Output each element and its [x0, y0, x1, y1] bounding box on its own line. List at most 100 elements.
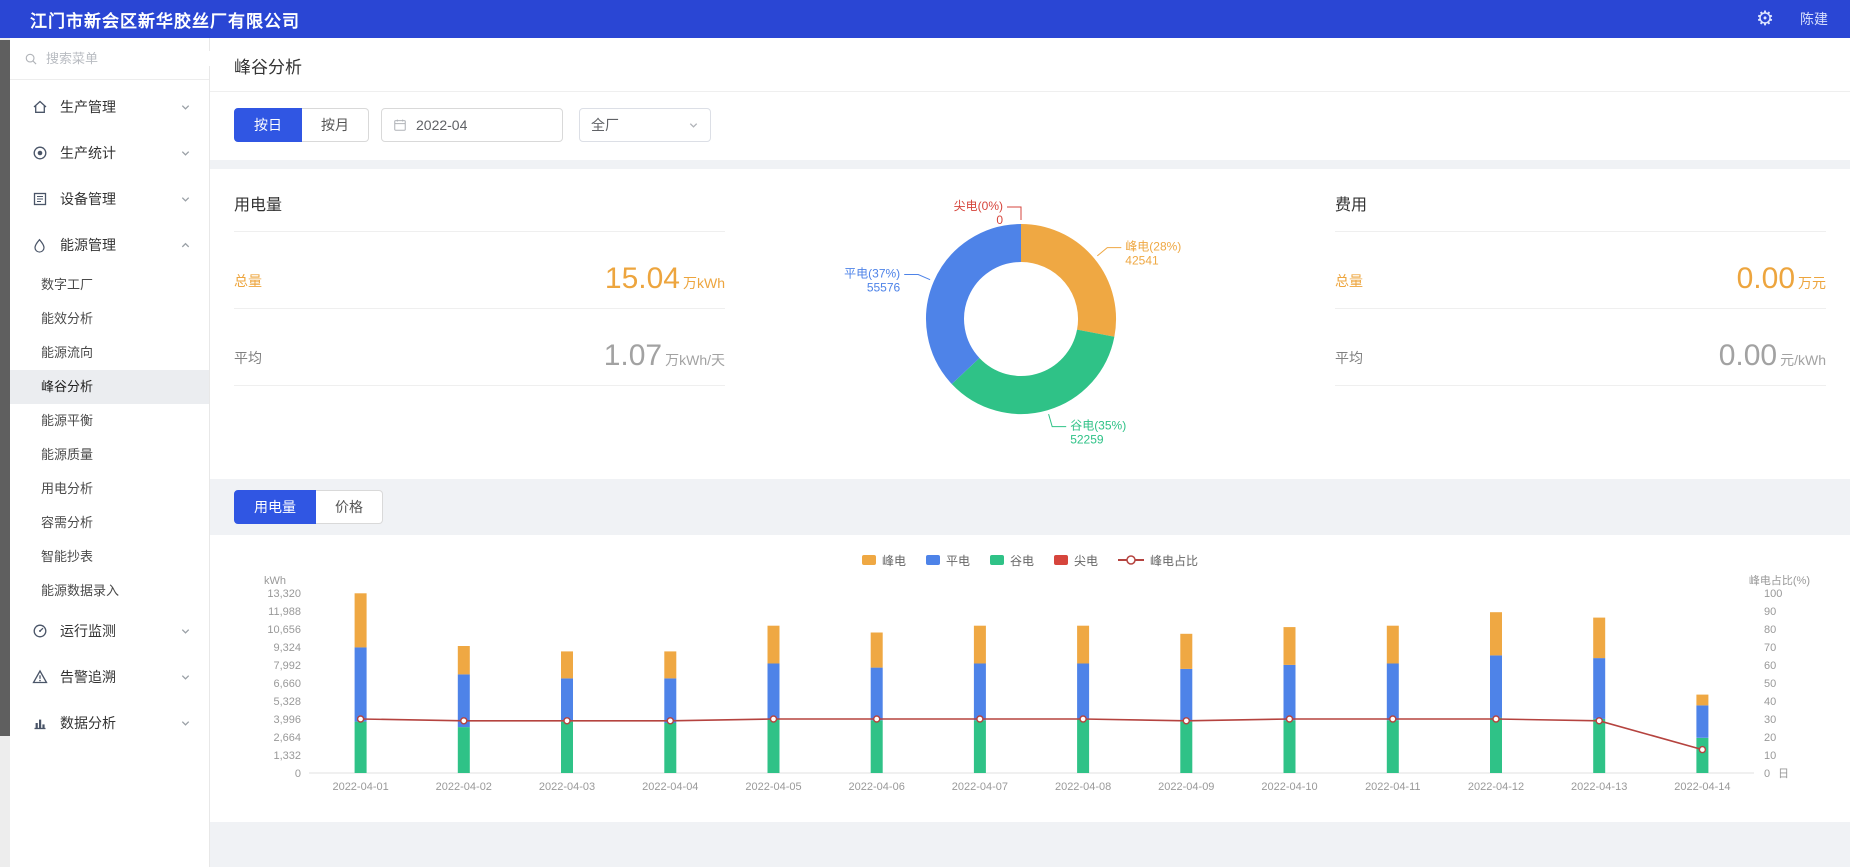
bar-segment[interactable]: [664, 678, 676, 723]
donut-segment-2[interactable]: [966, 333, 1096, 395]
ratio-point[interactable]: [1080, 716, 1086, 722]
list-icon: [32, 191, 49, 207]
stacked-bars[interactable]: [355, 593, 1709, 773]
tab-usage[interactable]: 用电量: [234, 490, 316, 524]
sidebar-subitem-energy-3[interactable]: 峰谷分析: [10, 370, 209, 404]
bar-segment[interactable]: [1387, 626, 1399, 664]
bar-segment[interactable]: [871, 720, 883, 773]
legend-marker: [862, 555, 876, 565]
sidebar-subitem-energy-8[interactable]: 智能抄表: [10, 540, 209, 574]
bar-segment[interactable]: [768, 664, 780, 719]
bar-segment[interactable]: [974, 626, 986, 664]
bar-segment[interactable]: [1180, 722, 1192, 773]
sidebar-subitem-energy-6[interactable]: 用电分析: [10, 472, 209, 506]
menu-search-input[interactable]: [46, 51, 222, 66]
bar-segment[interactable]: [871, 633, 883, 668]
sidebar-item-alarm[interactable]: 告警追溯: [10, 654, 209, 700]
bar-segment[interactable]: [1077, 664, 1089, 719]
sidebar-item-production[interactable]: 生产管理: [10, 84, 209, 130]
bar-segment[interactable]: [355, 647, 367, 721]
ratio-point[interactable]: [977, 716, 983, 722]
bar-segment[interactable]: [871, 668, 883, 721]
summary-panel: 用电量 总量 15.04万kWh 平均 1.07万kWh/天 尖电(: [210, 169, 1850, 479]
by-month-button[interactable]: 按月: [302, 108, 369, 142]
user-name[interactable]: 陈建: [1800, 9, 1828, 29]
bar-segment[interactable]: [1077, 626, 1089, 664]
peak-ratio-line[interactable]: [358, 716, 1706, 753]
bar-segment[interactable]: [1180, 669, 1192, 722]
page-scrollbar-track[interactable]: [0, 38, 10, 867]
sidebar-subitem-energy-1[interactable]: 能效分析: [10, 302, 209, 336]
bar-segment[interactable]: [1593, 618, 1605, 659]
legend-item-4[interactable]: 峰电占比: [1118, 552, 1198, 569]
ratio-point[interactable]: [771, 716, 777, 722]
ratio-point[interactable]: [358, 716, 364, 722]
legend-item-3[interactable]: 尖电: [1054, 552, 1098, 569]
ratio-point[interactable]: [1183, 718, 1189, 724]
ratio-point[interactable]: [564, 718, 570, 724]
bar-segment[interactable]: [1593, 719, 1605, 773]
sidebar-subitem-energy-2[interactable]: 能源流向: [10, 336, 209, 370]
bar-segment[interactable]: [458, 646, 470, 674]
legend-item-1[interactable]: 平电: [926, 552, 970, 569]
ratio-point[interactable]: [1287, 716, 1293, 722]
ratio-point[interactable]: [1699, 747, 1705, 753]
donut-segment-3[interactable]: [945, 243, 1021, 371]
bar-segment[interactable]: [1180, 634, 1192, 669]
legend-label: 峰电: [882, 552, 906, 569]
bar-segment[interactable]: [355, 593, 367, 647]
sidebar-subitem-energy-9[interactable]: 能源数据录入: [10, 574, 209, 608]
sidebar-subitem-energy-5[interactable]: 能源质量: [10, 438, 209, 472]
legend-item-0[interactable]: 峰电: [862, 552, 906, 569]
sidebar-item-monitor[interactable]: 运行监测: [10, 608, 209, 654]
sidebar-item-equipment[interactable]: 设备管理: [10, 176, 209, 222]
bar-segment[interactable]: [561, 722, 573, 773]
bar-segment[interactable]: [974, 720, 986, 773]
tab-price[interactable]: 价格: [316, 490, 383, 524]
bar-segment[interactable]: [768, 719, 780, 773]
settings-gear-icon[interactable]: ⚙: [1756, 9, 1774, 29]
bar-segment[interactable]: [1696, 705, 1708, 737]
bar-segment[interactable]: [1284, 627, 1296, 665]
bar-segment[interactable]: [664, 651, 676, 678]
sidebar-subitem-energy-0[interactable]: 数字工厂: [10, 268, 209, 302]
ratio-point[interactable]: [1390, 716, 1396, 722]
bar-segment[interactable]: [1284, 720, 1296, 773]
bar-segment[interactable]: [1490, 612, 1502, 655]
ratio-point[interactable]: [874, 716, 880, 722]
legend-item-2[interactable]: 谷电: [990, 552, 1034, 569]
donut-segment-1[interactable]: [1021, 243, 1097, 333]
ratio-point[interactable]: [461, 718, 467, 724]
bar-segment[interactable]: [1077, 719, 1089, 773]
scope-select[interactable]: 全厂: [579, 108, 711, 142]
bar-segment[interactable]: [458, 727, 470, 773]
bar-segment[interactable]: [768, 626, 780, 664]
sidebar-subitem-energy-7[interactable]: 容需分析: [10, 506, 209, 540]
bar-segment[interactable]: [561, 651, 573, 678]
sidebar-item-energy[interactable]: 能源管理: [10, 222, 209, 268]
bar-segment[interactable]: [974, 664, 986, 721]
date-picker[interactable]: 2022-04: [381, 108, 563, 142]
sidebar-item-prod-stats[interactable]: 生产统计: [10, 130, 209, 176]
bar-segment[interactable]: [1387, 664, 1399, 721]
bar-segment[interactable]: [664, 723, 676, 773]
ratio-point[interactable]: [1596, 718, 1602, 724]
donut-label-name: 峰电(28%): [1125, 240, 1181, 254]
by-day-button[interactable]: 按日: [234, 108, 302, 142]
menu-search[interactable]: [10, 38, 209, 80]
sidebar-item-analysis[interactable]: 数据分析: [10, 700, 209, 746]
ratio-point[interactable]: [667, 718, 673, 724]
ratio-point[interactable]: [1493, 716, 1499, 722]
page-scrollbar-thumb[interactable]: [0, 40, 10, 736]
x-axis-label: 2022-04-12: [1468, 781, 1524, 793]
bar-segment[interactable]: [1490, 718, 1502, 773]
bar-segment[interactable]: [1593, 658, 1605, 719]
sidebar-subitem-energy-4[interactable]: 能源平衡: [10, 404, 209, 438]
bar-segment[interactable]: [1696, 738, 1708, 773]
bar-segment[interactable]: [1387, 720, 1399, 773]
bar-segment[interactable]: [561, 678, 573, 721]
bar-segment[interactable]: [1696, 695, 1708, 706]
bar-segment[interactable]: [1490, 655, 1502, 717]
bar-segment[interactable]: [355, 722, 367, 773]
bar-segment[interactable]: [1284, 665, 1296, 720]
